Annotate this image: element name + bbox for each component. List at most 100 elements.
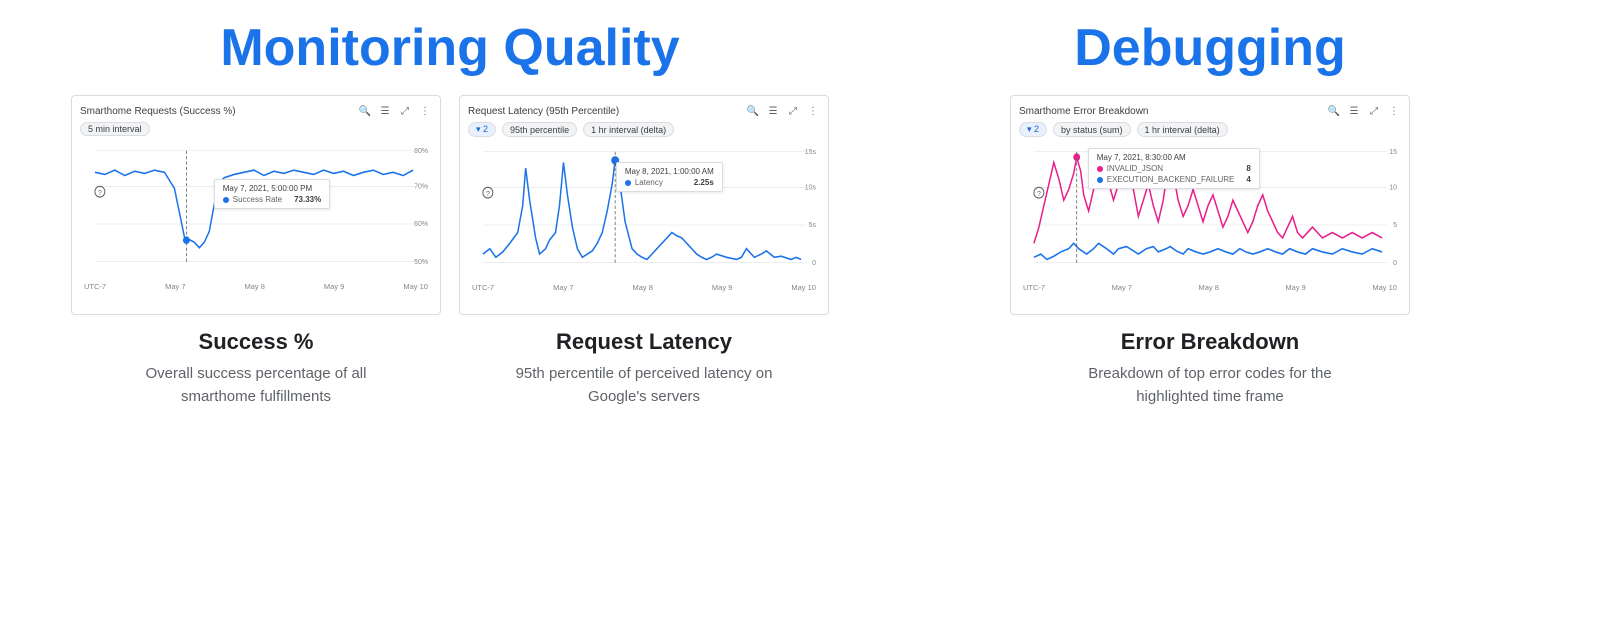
x-label-may10-3: May 10	[1372, 283, 1397, 292]
error-tooltip: May 7, 2021, 8:30:00 AM INVALID_JSON 8 E…	[1088, 148, 1260, 189]
svg-text:?: ?	[1037, 189, 1041, 198]
x-label-utc-3: UTC-7	[1023, 283, 1045, 292]
error-tag-status[interactable]: by status (sum)	[1053, 122, 1131, 137]
error-filter-tag[interactable]: ▾ 2	[1019, 122, 1047, 137]
latency-metric-title: Request Latency	[469, 329, 819, 355]
x-label-utc: UTC-7	[84, 282, 106, 291]
error-tooltip-value-1: 8	[1238, 164, 1250, 173]
success-tooltip-label: Success Rate	[233, 195, 282, 204]
success-metric-title: Success %	[81, 329, 431, 355]
latency-chart-card: Request Latency (95th Percentile) 🔍 ☰ ⤢ …	[459, 95, 829, 315]
success-tooltip-dot	[223, 197, 229, 203]
success-chart-area: 80% 70% 60% 50%	[80, 140, 432, 280]
svg-text:?: ?	[486, 189, 490, 198]
x-label-may7-2: May 7	[553, 283, 573, 292]
success-chart-header: Smarthome Requests (Success %) 🔍 ☰ ⤢ ⋮	[80, 104, 432, 118]
success-chart-card: Smarthome Requests (Success %) 🔍 ☰ ⤢ ⋮ 5…	[71, 95, 441, 315]
x-label-may9-3: May 9	[1285, 283, 1305, 292]
svg-text:0: 0	[812, 258, 816, 267]
legend-icon[interactable]: ☰	[378, 104, 392, 118]
more-icon-3[interactable]: ⋮	[1387, 104, 1401, 118]
svg-text:5: 5	[1393, 220, 1397, 229]
svg-text:?: ?	[98, 188, 102, 197]
svg-text:15s: 15s	[805, 147, 817, 156]
latency-tag-percentile[interactable]: 95th percentile	[502, 122, 577, 137]
success-chart-svg: 80% 70% 60% 50%	[80, 140, 432, 280]
x-label-may10-2: May 10	[791, 283, 816, 292]
error-chart-card: Smarthome Error Breakdown 🔍 ☰ ⤢ ⋮ ▾ 2 by…	[1010, 95, 1410, 315]
latency-metric-block: Request Latency 95th percentile of perce…	[459, 329, 829, 408]
search-icon-3[interactable]: 🔍	[1327, 104, 1341, 118]
x-label-may8-2: May 8	[633, 283, 653, 292]
error-metric-desc: Breakdown of top error codes for the hig…	[1070, 363, 1350, 408]
svg-text:10s: 10s	[805, 182, 817, 191]
latency-tooltip-value: 2.25s	[686, 178, 714, 187]
legend-icon-3[interactable]: ☰	[1347, 104, 1361, 118]
error-tooltip-date: May 7, 2021, 8:30:00 AM	[1097, 153, 1251, 162]
latency-filter-tag[interactable]: ▾ 2	[468, 122, 496, 137]
debugging-title: Debugging	[1074, 20, 1346, 77]
error-tag-interval[interactable]: 1 hr interval (delta)	[1137, 122, 1228, 137]
x-label-may9-2: May 9	[712, 283, 732, 292]
svg-text:10: 10	[1389, 182, 1397, 191]
svg-text:80%: 80%	[414, 146, 428, 155]
latency-tooltip-dot	[625, 180, 631, 186]
success-tooltip-row: Success Rate 73.33%	[223, 195, 322, 204]
expand-icon-3[interactable]: ⤢	[1367, 104, 1381, 118]
latency-chart-area: 15s 10s 5s 0	[468, 141, 820, 281]
debug-chart-area: Smarthome Error Breakdown 🔍 ☰ ⤢ ⋮ ▾ 2 by…	[860, 95, 1560, 315]
error-tooltip-label-1: INVALID_JSON	[1107, 164, 1163, 173]
monitoring-section: Monitoring Quality Smarthome Requests (S…	[40, 20, 860, 601]
svg-text:0: 0	[1393, 258, 1397, 267]
latency-chart-header: Request Latency (95th Percentile) 🔍 ☰ ⤢ …	[468, 104, 820, 118]
error-tooltip-row-1: INVALID_JSON 8	[1097, 164, 1251, 173]
latency-tag-interval[interactable]: 1 hr interval (delta)	[583, 122, 674, 137]
success-metric-block: Success % Overall success percentage of …	[71, 329, 441, 408]
x-label-utc-2: UTC-7	[472, 283, 494, 292]
more-icon-2[interactable]: ⋮	[806, 104, 820, 118]
success-chart-tags: 5 min interval	[80, 122, 432, 136]
error-tooltip-value-2: 4	[1238, 175, 1250, 184]
error-chart-tags: ▾ 2 by status (sum) 1 hr interval (delta…	[1019, 122, 1401, 137]
x-label-may9: May 9	[324, 282, 344, 291]
success-tooltip-value: 73.33%	[286, 195, 321, 204]
x-label-may8: May 8	[245, 282, 265, 291]
error-tooltip-label-2: EXECUTION_BACKEND_FAILURE	[1107, 175, 1235, 184]
latency-chart-icons: 🔍 ☰ ⤢ ⋮	[746, 104, 820, 118]
monitoring-charts-row: Smarthome Requests (Success %) 🔍 ☰ ⤢ ⋮ 5…	[40, 95, 860, 315]
expand-icon[interactable]: ⤢	[398, 104, 412, 118]
error-tooltip-dot-1	[1097, 166, 1103, 172]
latency-chart-title: Request Latency (95th Percentile)	[468, 106, 619, 117]
success-tooltip: May 7, 2021, 5:00:00 PM Success Rate 73.…	[214, 179, 331, 209]
latency-tooltip-date: May 8, 2021, 1:00:00 AM	[625, 167, 714, 176]
search-icon[interactable]: 🔍	[358, 104, 372, 118]
error-metric-title: Error Breakdown	[1070, 329, 1350, 355]
legend-icon-2[interactable]: ☰	[766, 104, 780, 118]
svg-text:5s: 5s	[809, 220, 817, 229]
monitoring-title: Monitoring Quality	[220, 20, 679, 77]
error-tooltip-dot-2	[1097, 177, 1103, 183]
error-metric-block: Error Breakdown Breakdown of top error c…	[1050, 329, 1370, 408]
error-x-labels: UTC-7 May 7 May 8 May 9 May 10	[1019, 283, 1401, 292]
svg-text:70%: 70%	[414, 181, 428, 190]
svg-text:15: 15	[1389, 147, 1397, 156]
latency-tooltip: May 8, 2021, 1:00:00 AM Latency 2.25s	[616, 162, 723, 192]
success-x-labels: UTC-7 May 7 May 8 May 9 May 10	[80, 282, 432, 291]
x-label-may8-3: May 8	[1199, 283, 1219, 292]
debugging-section: Debugging Smarthome Error Breakdown 🔍 ☰ …	[860, 20, 1560, 601]
expand-icon-2[interactable]: ⤢	[786, 104, 800, 118]
error-chart-title: Smarthome Error Breakdown	[1019, 106, 1149, 117]
error-chart-icons: 🔍 ☰ ⤢ ⋮	[1327, 104, 1401, 118]
success-tag-interval[interactable]: 5 min interval	[80, 122, 150, 136]
search-icon-2[interactable]: 🔍	[746, 104, 760, 118]
more-icon[interactable]: ⋮	[418, 104, 432, 118]
success-tooltip-date: May 7, 2021, 5:00:00 PM	[223, 184, 322, 193]
monitoring-metrics-row: Success % Overall success percentage of …	[40, 329, 860, 408]
latency-x-labels: UTC-7 May 7 May 8 May 9 May 10	[468, 283, 820, 292]
latency-tooltip-label: Latency	[635, 178, 663, 187]
latency-metric-desc: 95th percentile of perceived latency on …	[504, 363, 784, 408]
svg-text:50%: 50%	[414, 257, 428, 266]
error-tooltip-row-2: EXECUTION_BACKEND_FAILURE 4	[1097, 175, 1251, 184]
x-label-may7: May 7	[165, 282, 185, 291]
x-label-may7-3: May 7	[1112, 283, 1132, 292]
